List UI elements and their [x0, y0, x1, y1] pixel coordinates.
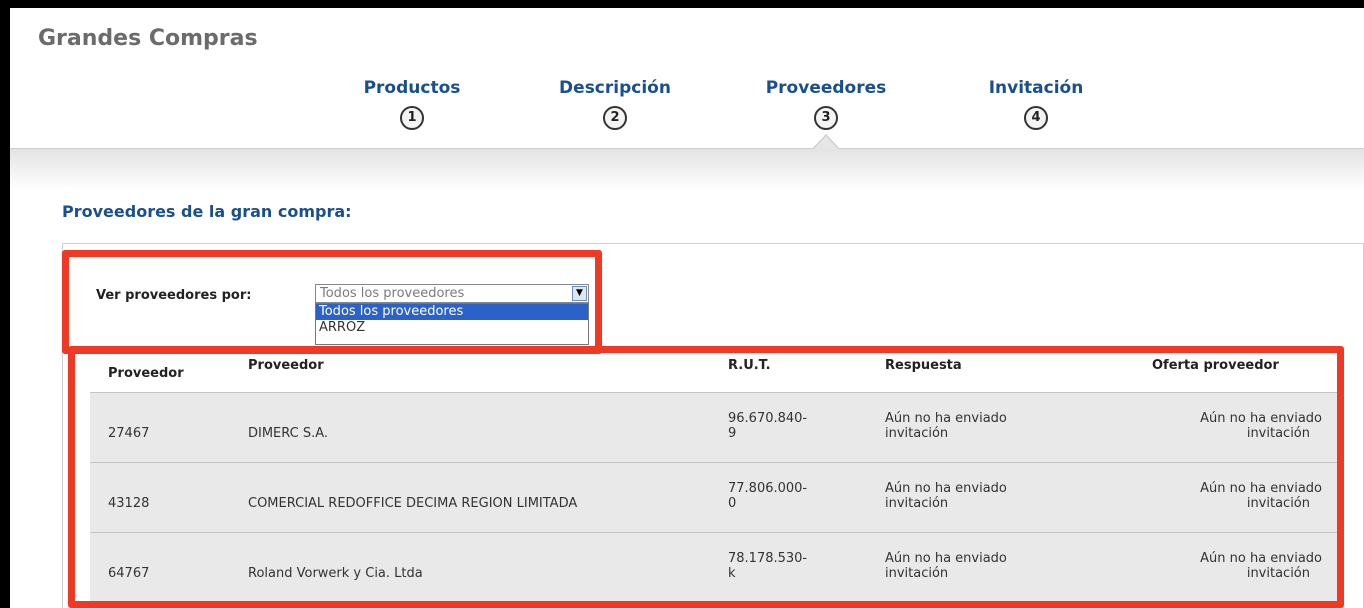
- dropdown-option-arroz[interactable]: ARROZ: [316, 320, 588, 336]
- active-step-pointer-fill: [814, 136, 838, 149]
- step-label: Invitación: [988, 78, 1084, 98]
- cell-respuesta-line2: invitación: [885, 426, 949, 441]
- cell-rut-line1: 77.806.000-: [728, 481, 808, 496]
- column-header-id-line1: ID: [108, 348, 122, 357]
- table-header: ID Proveedor Proveedor R.U.T. Respuesta …: [90, 348, 1340, 392]
- step-number: 1: [400, 106, 424, 130]
- steps-divider: [10, 148, 1364, 190]
- column-header-respuesta: Respuesta: [885, 358, 962, 373]
- step-productos[interactable]: Productos 1: [332, 78, 492, 130]
- cell-id: 64767: [108, 566, 150, 581]
- filter-label: Ver proveedores por:: [96, 288, 252, 303]
- table-row[interactable]: 64767 Roland Vorwerk y Cia. Ltda 78.178.…: [90, 532, 1340, 602]
- step-number: 3: [814, 106, 838, 130]
- step-descripcion[interactable]: Descripción 2: [535, 78, 695, 130]
- cell-rut-line1: 78.178.530-: [728, 551, 808, 566]
- select-value: Todos los proveedores: [320, 286, 465, 301]
- table-row[interactable]: 27467 DIMERC S.A. 96.670.840- 9 Aún no h…: [90, 392, 1340, 462]
- step-number: 2: [603, 106, 627, 130]
- cell-id: 43128: [108, 496, 150, 511]
- cell-oferta-line2: invitación: [1246, 426, 1310, 441]
- step-proveedores[interactable]: Proveedores 3: [746, 78, 906, 130]
- step-invitacion[interactable]: Invitación 4: [956, 78, 1116, 130]
- step-number: 4: [1024, 106, 1048, 130]
- cell-rut-line2: 0: [728, 496, 737, 511]
- cell-proveedor: DIMERC S.A.: [248, 426, 329, 441]
- step-label: Proveedores: [765, 78, 887, 98]
- section-heading: Proveedores de la gran compra:: [62, 202, 352, 221]
- column-header-id-line2: Proveedor: [108, 366, 184, 381]
- cell-rut-line2: k: [728, 566, 736, 581]
- cell-oferta-line1: Aún no ha enviado: [1200, 551, 1322, 566]
- column-header-oferta: Oferta proveedor: [1152, 358, 1279, 373]
- cell-respuesta-line1: Aún no ha enviado: [885, 481, 1007, 496]
- table-row[interactable]: 43128 COMERCIAL REDOFFICE DECIMA REGION …: [90, 462, 1340, 532]
- cell-rut-line2: 9: [728, 426, 737, 441]
- cell-respuesta-line1: Aún no ha enviado: [885, 551, 1007, 566]
- cell-respuesta-line2: invitación: [885, 566, 949, 581]
- cell-proveedor: Roland Vorwerk y Cia. Ltda: [248, 566, 423, 581]
- cell-oferta-line2: invitación: [1246, 496, 1310, 511]
- supplier-filter-select[interactable]: Todos los proveedores ▼: [315, 284, 589, 303]
- step-label: Productos: [363, 78, 461, 98]
- cell-oferta-line1: Aún no ha enviado: [1200, 481, 1322, 496]
- suppliers-table: ID Proveedor Proveedor R.U.T. Respuesta …: [90, 348, 1340, 608]
- cell-respuesta-line1: Aún no ha enviado: [885, 411, 1007, 426]
- step-label: Descripción: [559, 78, 671, 98]
- page-title: Grandes Compras: [38, 26, 258, 51]
- cell-id: 27467: [108, 426, 150, 441]
- cell-oferta-line2: invitación: [1246, 566, 1310, 581]
- cell-respuesta-line2: invitación: [885, 496, 949, 511]
- supplier-filter-dropdown: Todos los proveedores ARROZ: [315, 303, 589, 345]
- cell-oferta-line1: Aún no ha enviado: [1200, 411, 1322, 426]
- cell-rut-line1: 96.670.840-: [728, 411, 808, 426]
- column-header-proveedor: Proveedor: [248, 358, 324, 373]
- cell-proveedor: COMERCIAL REDOFFICE DECIMA REGION LIMITA…: [248, 496, 578, 511]
- dropdown-option-todos[interactable]: Todos los proveedores: [316, 304, 588, 320]
- chevron-down-icon[interactable]: ▼: [572, 286, 587, 301]
- page-frame: Grandes Compras Productos 1 Descripción …: [10, 8, 1364, 608]
- column-header-rut: R.U.T.: [728, 358, 771, 373]
